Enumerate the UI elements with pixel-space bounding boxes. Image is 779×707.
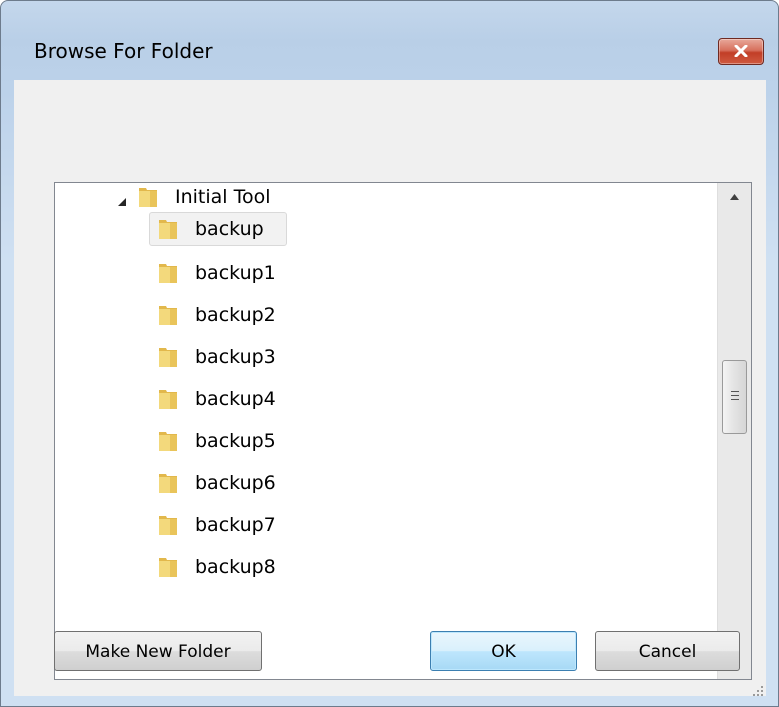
tree-item[interactable]: backup5 (157, 424, 276, 458)
folder-tree[interactable]: Initial Tool backup backup1 backup2 back… (54, 182, 752, 680)
tree-item-label: backup (195, 218, 264, 240)
tree-item-selected[interactable]: backup (149, 212, 287, 246)
ok-button[interactable]: OK (430, 631, 577, 671)
tree-item[interactable]: backup7 (157, 508, 276, 542)
tree-item[interactable]: backup6 (157, 466, 276, 500)
folder-icon (159, 264, 177, 283)
tree-item[interactable]: backup8 (157, 550, 276, 584)
tree-item[interactable]: backup2 (157, 298, 276, 332)
vertical-scrollbar[interactable] (717, 183, 751, 679)
dialog-window: Browse For Folder Initial Tool backup ba… (0, 0, 779, 707)
folder-icon (159, 306, 177, 325)
folder-icon (159, 558, 177, 577)
tree-item-label: backup2 (195, 304, 276, 326)
title-bar[interactable]: Browse For Folder (1, 1, 778, 71)
folder-icon (159, 516, 177, 535)
window-title: Browse For Folder (34, 39, 213, 63)
close-icon (734, 45, 748, 57)
folder-icon (159, 390, 177, 409)
tree-item-label: backup5 (195, 430, 276, 452)
tree-item-label: backup6 (195, 472, 276, 494)
tree-item-label: backup1 (195, 262, 276, 284)
tree-root-label: Initial Tool (175, 186, 271, 208)
make-new-folder-button[interactable]: Make New Folder (54, 631, 262, 671)
tree-root-item[interactable]: Initial Tool (137, 183, 271, 214)
resize-grip-icon[interactable] (751, 684, 765, 698)
folder-icon (159, 432, 177, 451)
tree-item[interactable]: backup1 (157, 256, 276, 290)
folder-icon (139, 188, 157, 207)
dialog-body: Initial Tool backup backup1 backup2 back… (14, 80, 766, 696)
tree-item-label: backup7 (195, 514, 276, 536)
grip-icon (731, 391, 739, 402)
expanded-triangle-icon[interactable] (117, 197, 127, 207)
scroll-up-arrow-icon (730, 194, 739, 200)
tree-item[interactable]: backup3 (157, 340, 276, 374)
tree-item-label: backup8 (195, 556, 276, 578)
tree-item[interactable]: backup4 (157, 382, 276, 416)
folder-icon (159, 348, 177, 367)
close-button[interactable] (718, 38, 764, 65)
folder-icon (159, 474, 177, 493)
scrollbar-thumb[interactable] (722, 360, 747, 434)
folder-icon (159, 220, 177, 239)
cancel-button[interactable]: Cancel (595, 631, 740, 671)
scroll-up-button[interactable] (718, 183, 751, 213)
tree-item-label: backup4 (195, 388, 276, 410)
tree-item-label: backup3 (195, 346, 276, 368)
